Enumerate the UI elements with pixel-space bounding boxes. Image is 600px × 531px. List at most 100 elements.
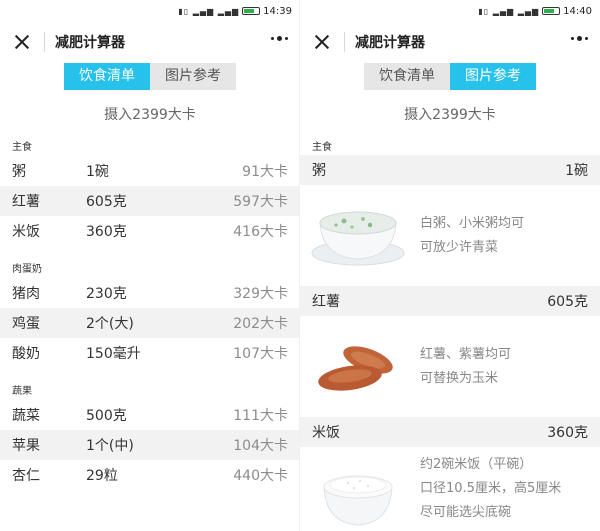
food-name: 红薯	[312, 294, 340, 310]
more-icon[interactable]	[271, 36, 288, 41]
description-line: 约2碗米饭（平碗）	[420, 457, 533, 472]
status-time: 14:39	[263, 5, 292, 17]
more-icon[interactable]	[571, 36, 588, 41]
status-time: 14:40	[563, 5, 592, 17]
food-row: 蔬菜 500克 111大卡	[0, 400, 300, 430]
food-row: 红薯 605克 597大卡	[0, 186, 300, 216]
food-name: 粥	[312, 163, 326, 179]
section-label: 肉蛋奶	[12, 264, 42, 275]
close-icon[interactable]	[312, 32, 332, 52]
food-description: 约2碗米饭（平碗） 口径10.5厘米，高5厘米 尽可能选尖底碗	[420, 453, 561, 525]
right-screen: ▮▯ ▂▄▆ ▂▄▆ 14:40 减肥计算器 饮食清单 图片参考 摄入2399大…	[300, 0, 600, 531]
reference-item-body: 约2碗米饭（平碗） 口径10.5厘米，高5厘米 尽可能选尖底碗	[300, 447, 600, 531]
tab-picture-reference[interactable]: 图片参考	[150, 63, 236, 90]
food-calories: 329大卡	[233, 286, 288, 302]
food-calories: 104大卡	[233, 438, 288, 454]
food-sections: 主食粥 1碗 91大卡红薯 605克 597大卡米饭 360克 416大卡肉蛋奶猪肉 230克…	[0, 141, 300, 490]
status-bar: ▮▯ ▂▄▆ ▂▄▆ 14:39	[0, 0, 300, 22]
food-amount: 1碗	[86, 164, 109, 180]
sweet-potato-icon	[308, 332, 408, 402]
nav-bar: 减肥计算器	[0, 22, 300, 62]
food-calories: 91大卡	[242, 164, 288, 180]
food-name: 猪肉	[12, 286, 40, 302]
description-line: 可放少许青菜	[420, 239, 499, 255]
food-calories: 111大卡	[233, 408, 288, 424]
reference-item-header: 粥 1碗	[300, 155, 600, 185]
intake-total: 摄入2399大卡	[104, 107, 196, 123]
food-list: 粥 1碗 91大卡红薯 605克 597大卡米饭 360克 416大卡	[0, 156, 300, 246]
reference-item-header: 红薯 605克	[300, 286, 600, 316]
food-row: 米饭 360克 416大卡	[0, 216, 300, 246]
food-amount: 1个(中)	[86, 438, 134, 454]
tab-diet-list[interactable]: 饮食清单	[64, 63, 150, 90]
food-amount: 360克	[86, 224, 127, 240]
food-calories: 107大卡	[233, 346, 288, 362]
signal-icon: ▮▯ ▂▄▆ ▂▄▆	[178, 6, 240, 16]
page-title: 减肥计算器	[55, 35, 125, 51]
section-label: 主食	[12, 142, 32, 153]
battery-icon	[242, 7, 261, 15]
food-list: 猪肉 230克 329大卡鸡蛋 2个(大) 202大卡酸奶 150毫升 107大卡	[0, 278, 300, 368]
food-calories: 440大卡	[233, 468, 288, 484]
intake-total: 摄入2399大卡	[404, 107, 496, 123]
food-name: 红薯	[12, 194, 40, 210]
description-line: 可替换为玉米	[420, 370, 499, 386]
food-calories: 597大卡	[233, 194, 288, 210]
status-bar: ▮▯ ▂▄▆ ▂▄▆ 14:40	[300, 0, 600, 22]
reference-item-sweet-potato: 红薯 605克 红薯、紫薯均可 可替换为玉米	[300, 286, 600, 417]
food-list: 蔬菜 500克 111大卡苹果 1个(中) 104大卡杏仁 29粒 440大卡	[0, 400, 300, 490]
food-amount: 360克	[547, 425, 588, 441]
reference-item-rice: 米饭 360克 约2碗米饭（平碗） 口径10.5厘米，高5厘米 尽可能选尖底碗	[300, 417, 600, 531]
food-row: 鸡蛋 2个(大) 202大卡	[0, 308, 300, 338]
reference-item-body: 红薯、紫薯均可 可替换为玉米	[300, 316, 600, 417]
food-row: 粥 1碗 91大卡	[0, 156, 300, 186]
reference-list: 粥 1碗 白粥、小米粥均可 可放少许青菜 红薯 605克 红薯、紫薯均可 可替换…	[300, 155, 600, 531]
food-description: 红薯、紫薯均可 可替换为玉米	[420, 343, 511, 391]
food-amount: 500克	[86, 408, 127, 424]
food-name: 蔬菜	[12, 408, 40, 424]
nav-divider	[44, 32, 45, 52]
food-row: 猪肉 230克 329大卡	[0, 278, 300, 308]
food-row: 苹果 1个(中) 104大卡	[0, 430, 300, 460]
tab-bar: 饮食清单 图片参考	[0, 63, 300, 90]
food-name: 粥	[12, 164, 26, 180]
food-name: 苹果	[12, 438, 40, 454]
food-amount: 605克	[86, 194, 127, 210]
food-calories: 416大卡	[233, 224, 288, 240]
section-label: 主食	[312, 142, 332, 153]
nav-bar: 减肥计算器	[300, 22, 600, 62]
tab-bar: 饮食清单 图片参考	[300, 63, 600, 90]
left-screen: ▮▯ ▂▄▆ ▂▄▆ 14:39 减肥计算器 饮食清单 图片参考 摄入2399大…	[0, 0, 300, 531]
battery-icon	[542, 7, 561, 15]
food-amount: 605克	[547, 294, 588, 310]
food-row: 杏仁 29粒 440大卡	[0, 460, 300, 490]
nav-divider	[344, 32, 345, 52]
reference-item-body: 白粥、小米粥均可 可放少许青菜	[300, 185, 600, 286]
description-line: 口径10.5厘米，高5厘米	[420, 481, 562, 496]
tab-diet-list[interactable]: 饮食清单	[364, 63, 450, 90]
reference-item-header: 米饭 360克	[300, 417, 600, 447]
close-icon[interactable]	[12, 32, 32, 52]
food-name: 鸡蛋	[12, 316, 40, 332]
food-name: 杏仁	[12, 468, 40, 484]
description-line: 红薯、紫薯均可	[420, 346, 512, 362]
food-name: 米饭	[12, 224, 40, 240]
description-line: 尽可能选尖底碗	[420, 505, 512, 520]
food-amount: 1碗	[565, 163, 588, 179]
tab-picture-reference[interactable]: 图片参考	[450, 63, 536, 90]
food-row: 酸奶 150毫升 107大卡	[0, 338, 300, 368]
food-amount: 29粒	[86, 468, 118, 484]
reference-item-porridge: 粥 1碗 白粥、小米粥均可 可放少许青菜	[300, 155, 600, 286]
food-amount: 150毫升	[86, 346, 141, 362]
food-name: 米饭	[312, 425, 340, 441]
description-line: 白粥、小米粥均可	[420, 215, 525, 231]
food-amount: 2个(大)	[86, 316, 134, 332]
page-title: 减肥计算器	[355, 35, 425, 51]
section-label: 蔬果	[12, 386, 32, 397]
food-amount: 230克	[86, 286, 127, 302]
food-description: 白粥、小米粥均可 可放少许青菜	[420, 212, 524, 260]
food-calories: 202大卡	[233, 316, 288, 332]
porridge-bowl-icon	[308, 201, 408, 271]
food-name: 酸奶	[12, 346, 40, 362]
rice-bowl-icon	[308, 461, 408, 531]
